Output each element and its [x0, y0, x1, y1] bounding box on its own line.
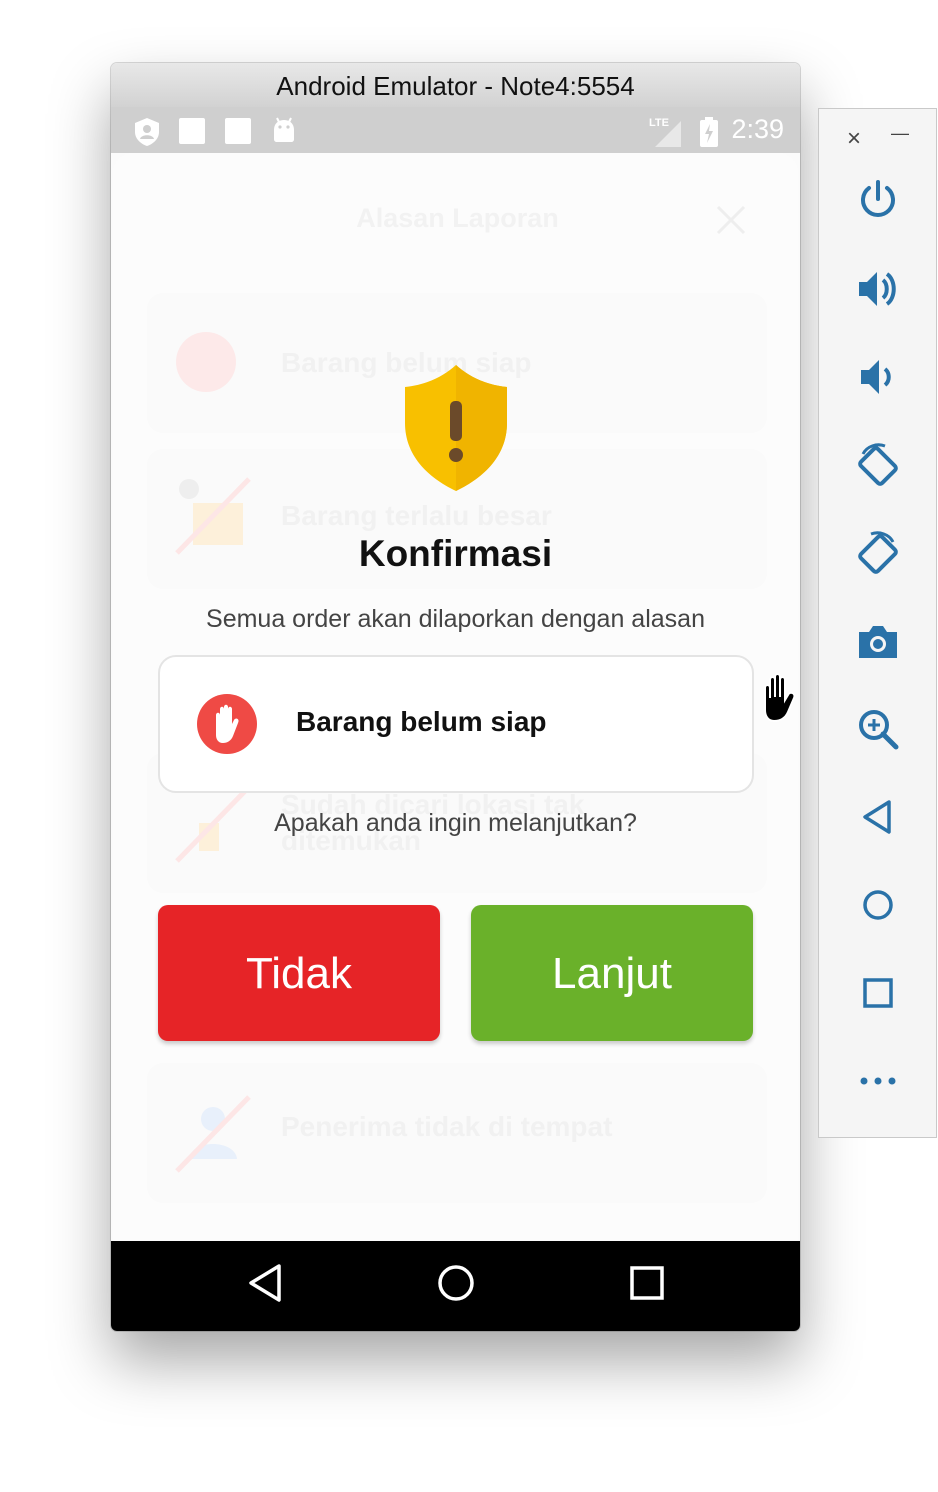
dialog-message: Semua order akan dilaporkan dengan alasa…: [206, 605, 705, 633]
home-icon[interactable]: [436, 1263, 476, 1303]
back-icon[interactable]: [247, 1263, 283, 1303]
selected-reason-label: Barang belum siap: [296, 706, 547, 737]
power-icon[interactable]: [855, 177, 901, 223]
zoom-icon[interactable]: [855, 706, 901, 752]
sheet-title: Alasan Laporan: [356, 203, 559, 233]
list-item-label: Penerima tidak di tempat: [281, 1111, 613, 1142]
list-item-label: Barang terlalu besar: [281, 500, 552, 531]
status-time: 2:39: [731, 114, 784, 144]
more-icon[interactable]: [855, 1058, 901, 1104]
notification-square-icon: [179, 118, 205, 144]
dialog-title: Konfirmasi: [358, 533, 553, 574]
back-icon[interactable]: [855, 794, 901, 840]
android-icon: [274, 117, 294, 142]
volume-down-icon[interactable]: [855, 354, 901, 400]
app-screen: Alasan Laporan Barang belum siap Barang …: [111, 153, 800, 1241]
cancel-button[interactable]: Tidak: [158, 905, 440, 1041]
stop-hand-icon: [197, 694, 257, 754]
shield-status-icon: [135, 118, 159, 146]
overview-icon[interactable]: [629, 1265, 665, 1301]
dialog-question: Apakah anda ingin melanjutkan?: [274, 809, 637, 837]
hand-cursor-icon: [764, 673, 796, 723]
volume-up-icon[interactable]: [855, 266, 901, 312]
warning-shield-icon: [405, 365, 507, 491]
confirm-button[interactable]: Lanjut: [471, 905, 753, 1041]
selected-reason-card: Barang belum siap: [158, 655, 754, 793]
home-icon[interactable]: [855, 882, 901, 928]
toolbar-minimize-button[interactable]: —: [891, 123, 909, 144]
notification-square-icon: [225, 118, 251, 144]
emulator-window: Android Emulator - Note4:5554 LTE 2:39 A…: [111, 63, 800, 1331]
overview-icon[interactable]: [855, 970, 901, 1016]
window-title: Android Emulator - Note4:5554: [111, 63, 800, 108]
toolbar-close-button[interactable]: ×: [847, 125, 861, 153]
recipient-absent-icon: [175, 1095, 251, 1173]
stop-hand-icon: [176, 332, 236, 392]
close-icon[interactable]: [716, 205, 746, 235]
signal-icon: [655, 121, 681, 147]
rotate-left-icon[interactable]: [855, 442, 901, 488]
rotate-right-icon[interactable]: [855, 530, 901, 576]
emulator-toolbar: × —: [818, 108, 937, 1138]
android-nav-bar: [111, 1241, 800, 1331]
camera-icon[interactable]: [855, 618, 901, 664]
status-bar: LTE 2:39: [111, 107, 800, 153]
battery-icon: [700, 117, 718, 147]
